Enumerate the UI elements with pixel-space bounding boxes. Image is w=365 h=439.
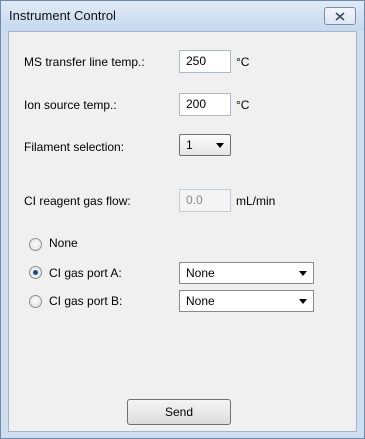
instrument-control-window: Instrument Control MS transfer line temp… <box>0 0 365 439</box>
ci-gas-port-b-dropdown[interactable]: None <box>179 290 314 312</box>
ci-gas-port-a-value: None <box>186 266 215 280</box>
filament-selection-dropdown[interactable]: 1 <box>179 134 231 156</box>
ms-transfer-line-temp-input[interactable]: 250 <box>179 50 231 73</box>
title-bar: Instrument Control <box>1 1 364 31</box>
chevron-down-icon <box>299 299 307 304</box>
radio-ci-gas-port-b-label: CI gas port B: <box>49 294 123 308</box>
ion-source-temp-unit: °C <box>236 98 250 112</box>
ci-gas-port-b-value: None <box>186 294 215 308</box>
send-button[interactable]: Send <box>127 399 231 425</box>
radio-none-label: None <box>49 236 78 250</box>
radio-none[interactable] <box>29 238 42 251</box>
chevron-down-icon <box>216 143 224 148</box>
close-button[interactable] <box>324 7 356 25</box>
form-panel: MS transfer line temp.: 250 °C Ion sourc… <box>8 31 357 432</box>
filament-selection-value: 1 <box>186 138 193 152</box>
ci-reagent-gas-flow-unit: mL/min <box>236 194 276 208</box>
close-icon <box>335 11 345 21</box>
filament-selection-label: Filament selection: <box>24 140 125 154</box>
ms-transfer-line-temp-unit: °C <box>236 55 250 69</box>
ci-reagent-gas-flow-input[interactable]: 0.0 <box>179 189 231 212</box>
radio-ci-gas-port-b[interactable] <box>29 295 42 308</box>
ms-transfer-line-temp-label: MS transfer line temp.: <box>24 55 145 69</box>
ion-source-temp-input[interactable]: 200 <box>179 93 231 116</box>
chevron-down-icon <box>299 271 307 276</box>
ion-source-temp-label: Ion source temp.: <box>24 98 117 112</box>
radio-ci-gas-port-a-label: CI gas port A: <box>49 266 122 280</box>
ci-gas-port-a-dropdown[interactable]: None <box>179 262 314 284</box>
window-title: Instrument Control <box>9 8 116 23</box>
radio-ci-gas-port-a[interactable] <box>29 266 42 279</box>
ci-reagent-gas-flow-label: CI reagent gas flow: <box>24 194 131 208</box>
